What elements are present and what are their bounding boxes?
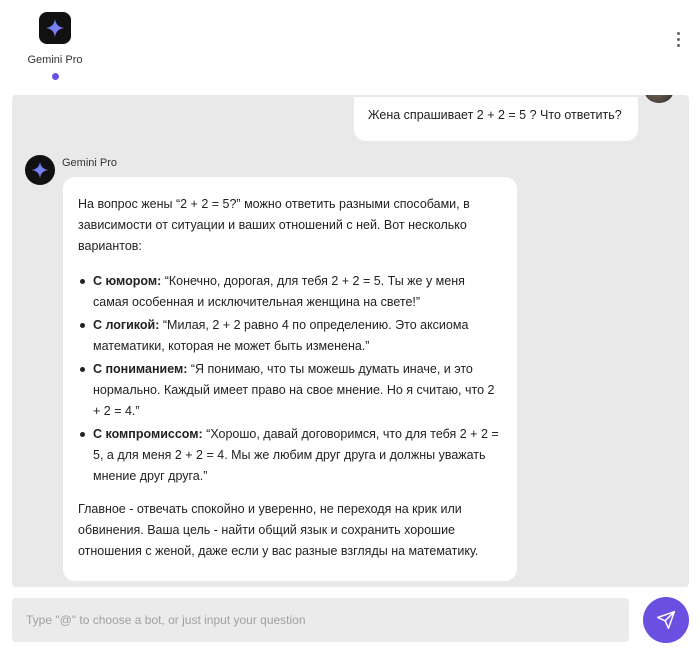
option-label: С компромиссом: <box>93 427 203 441</box>
chat-area: Жена спрашивает 2 + 2 = 5 ? Что ответить… <box>12 95 689 587</box>
option-label: С логикой: <box>93 318 160 332</box>
bot-message-author: Gemini Pro <box>62 157 118 169</box>
bot-name-label: Gemini Pro <box>27 54 83 66</box>
bot-reply-intro: На вопрос жены “2 + 2 = 5?” можно ответи… <box>78 197 470 253</box>
active-bot-indicator <box>52 73 59 80</box>
user-avatar <box>645 95 673 103</box>
bot-reply-conclusion: Главное - отвечать спокойно и уверенно, … <box>78 502 479 558</box>
user-message: Жена спрашивает 2 + 2 = 5 ? Что ответить… <box>354 97 638 141</box>
bot-reply-options: С юмором: “Конечно, дорогая, для тебя 2 … <box>78 271 502 487</box>
chat-header: Gemini Pro <box>0 0 700 95</box>
list-item: С логикой: “Милая, 2 + 2 равно 4 по опре… <box>78 315 502 357</box>
message-input[interactable] <box>12 598 629 642</box>
list-item: С компромиссом: “Хорошо, давай договорим… <box>78 424 502 487</box>
send-button[interactable] <box>643 597 689 643</box>
list-item: С юмором: “Конечно, дорогая, для тебя 2 … <box>78 271 502 313</box>
bot-message: На вопрос жены “2 + 2 = 5?” можно ответи… <box>63 177 517 581</box>
option-label: С пониманием: <box>93 362 188 376</box>
gemini-logo-icon[interactable] <box>39 12 71 44</box>
send-icon <box>656 610 676 630</box>
more-vertical-icon[interactable] <box>668 28 688 50</box>
option-label: С юмором: <box>93 274 162 288</box>
message-input-container[interactable] <box>12 598 629 642</box>
list-item: С пониманием: “Я понимаю, что ты можешь … <box>78 359 502 422</box>
gemini-avatar-icon <box>25 155 55 185</box>
